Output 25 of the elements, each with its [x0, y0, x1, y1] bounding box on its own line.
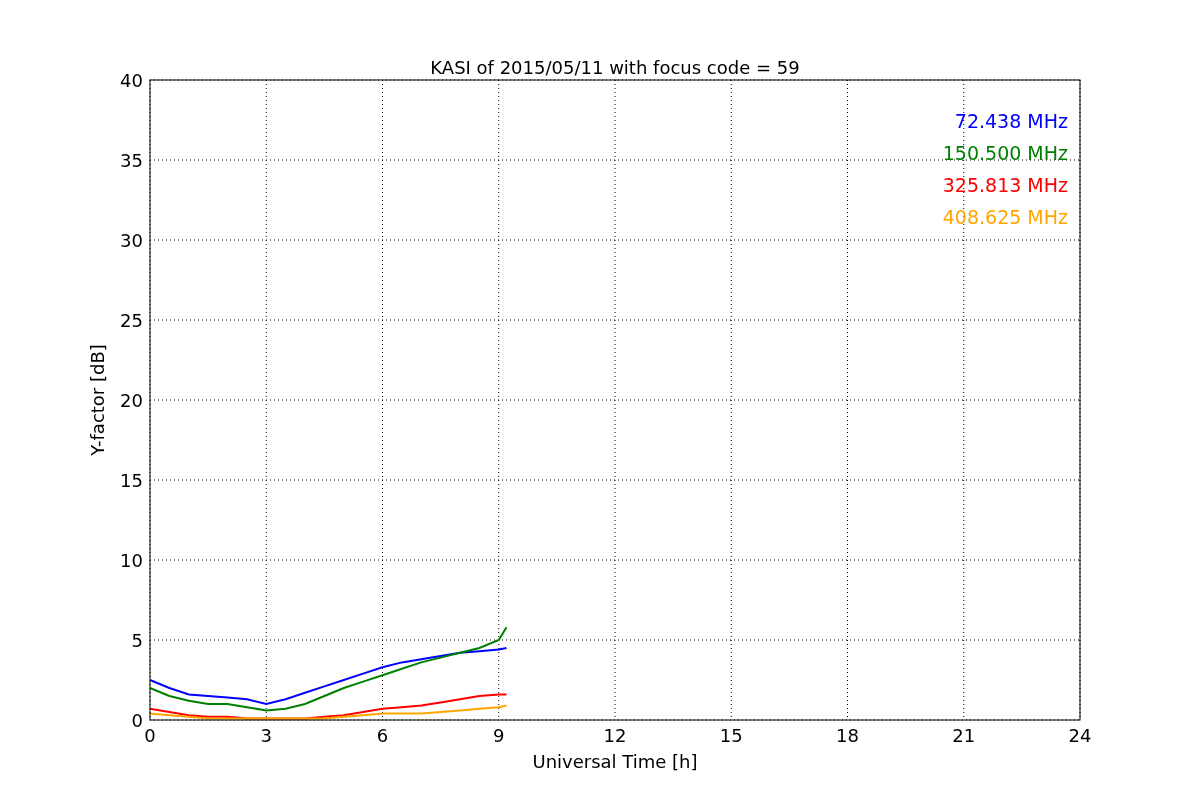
x-tick-label: 15 — [719, 725, 743, 746]
x-tick-label: 12 — [603, 725, 627, 746]
x-tick-label: 0 — [144, 725, 156, 746]
y-tick-label: 10 — [120, 550, 143, 571]
y-axis-label: Y-factor [dB] — [87, 344, 108, 456]
y-tick-label: 0 — [131, 710, 143, 731]
legend-entry: 325.813 MHz — [942, 174, 1068, 196]
y-tick-label: 25 — [120, 310, 143, 331]
legend-entry: 150.500 MHz — [942, 142, 1068, 164]
x-tick-label: 9 — [493, 725, 505, 746]
y-tick-label: 20 — [120, 390, 143, 411]
x-tick-label: 6 — [376, 725, 389, 746]
x-tick-label: 24 — [1068, 725, 1092, 746]
y-tick-label: 30 — [120, 230, 143, 251]
x-axis-label: Universal Time [h] — [532, 751, 698, 772]
legend-entry: 408.625 MHz — [942, 206, 1068, 228]
y-tick-label: 35 — [120, 150, 143, 171]
y-tick-label: 40 — [120, 70, 143, 91]
y-tick-label: 5 — [131, 630, 143, 651]
chart-title: KASI of 2015/05/11 with focus code = 59 — [430, 57, 800, 78]
x-tick-label: 21 — [952, 725, 976, 746]
x-tick-label: 18 — [836, 725, 859, 746]
y-tick-label: 15 — [120, 470, 143, 491]
x-tick-label: 3 — [260, 725, 272, 746]
legend-entry: 72.438 MHz — [954, 110, 1068, 132]
